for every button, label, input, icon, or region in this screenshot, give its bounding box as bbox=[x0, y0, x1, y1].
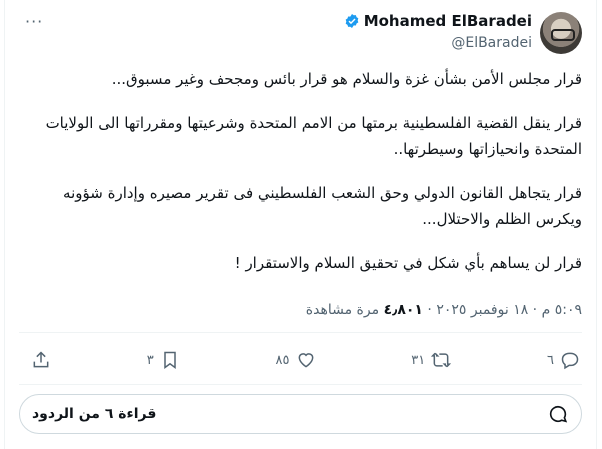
reply-count: ٦ bbox=[547, 352, 554, 368]
reply-icon bbox=[561, 352, 579, 370]
tweet-paragraph: قرار يتجاهل القانون الدولي وحق الشعب الف… bbox=[63, 184, 582, 228]
heart-icon bbox=[298, 353, 313, 368]
reply-button[interactable]: ٦ bbox=[547, 350, 580, 370]
tweet-date[interactable]: ١٨ نوفمبر ٢٠٢٥ bbox=[436, 302, 528, 318]
repost-button[interactable]: ٣١ bbox=[411, 350, 452, 370]
divider bbox=[19, 384, 582, 385]
views-count: ٤٫٨٠١ bbox=[383, 302, 423, 318]
like-button[interactable]: ٨٥ bbox=[276, 350, 316, 370]
tweet-meta: ٥:٠٩ م · ١٨ نوفمبر ٢٠٢٥ · ٤٫٨٠١ مرة مشاه… bbox=[305, 302, 582, 318]
tweet-time[interactable]: ٥:٠٩ م bbox=[542, 302, 582, 318]
author-handle[interactable]: @ElBaradei bbox=[451, 35, 532, 51]
reply-bubble-icon bbox=[549, 405, 568, 423]
bookmark-count: ٣ bbox=[146, 352, 154, 368]
tweet-paragraph: قرار لن يساهم بأي شكل في تحقيق السلام وا… bbox=[234, 254, 582, 272]
repost-count: ٣١ bbox=[411, 352, 426, 368]
verified-badge-icon bbox=[345, 14, 359, 28]
repost-icon bbox=[431, 352, 452, 368]
read-replies-label: قراءة ٦ من الردود bbox=[32, 406, 157, 422]
views-label: مرة مشاهدة bbox=[305, 302, 380, 318]
like-count: ٨٥ bbox=[275, 352, 290, 368]
tweet-text: قرار مجلس الأمن بشأن غزة والسلام هو قرار… bbox=[22, 66, 582, 294]
author-name[interactable]: Mohamed ElBaradei bbox=[364, 12, 532, 30]
avatar[interactable] bbox=[540, 12, 582, 54]
bookmark-icon bbox=[164, 351, 176, 369]
share-button[interactable] bbox=[25, 350, 51, 370]
tweet-paragraph: قرار مجلس الأمن بشأن غزة والسلام هو قرار… bbox=[111, 70, 582, 88]
read-replies-button[interactable]: قراءة ٦ من الردود bbox=[19, 394, 582, 434]
bookmark-button[interactable]: ٣ bbox=[147, 350, 180, 370]
tweet-paragraph: قرار ينقل القضية الفلسطينية برمتها من ال… bbox=[45, 114, 582, 158]
divider bbox=[19, 332, 582, 333]
tweet-card: ··· Mohamed ElBaradei @ElBaradei قرار مج… bbox=[4, 0, 597, 449]
more-options-icon[interactable]: ··· bbox=[25, 12, 43, 31]
author-name-row: Mohamed ElBaradei bbox=[344, 12, 532, 30]
action-bar: ٦ ٣١ ٨٥ ٣ bbox=[25, 346, 580, 374]
share-icon bbox=[33, 351, 49, 368]
